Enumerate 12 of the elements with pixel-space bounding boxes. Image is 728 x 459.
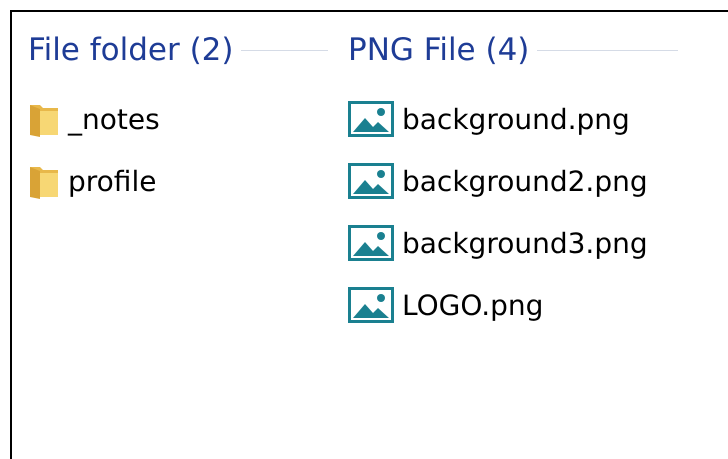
file-name[interactable]: background.png <box>402 102 630 136</box>
file-name[interactable]: background2.png <box>402 164 648 198</box>
file-name[interactable]: background3.png <box>402 226 648 260</box>
file-name[interactable]: LOGO.png <box>402 288 544 322</box>
image-icon <box>348 287 394 323</box>
group-header[interactable]: File folder (2) <box>28 32 234 68</box>
folder-name[interactable]: profile <box>68 164 156 198</box>
image-icon <box>348 101 394 137</box>
folder-name[interactable]: _notes <box>68 102 160 136</box>
image-icon <box>348 163 394 199</box>
image-icon <box>348 225 394 261</box>
group-header[interactable]: PNG File (4) <box>348 32 530 68</box>
